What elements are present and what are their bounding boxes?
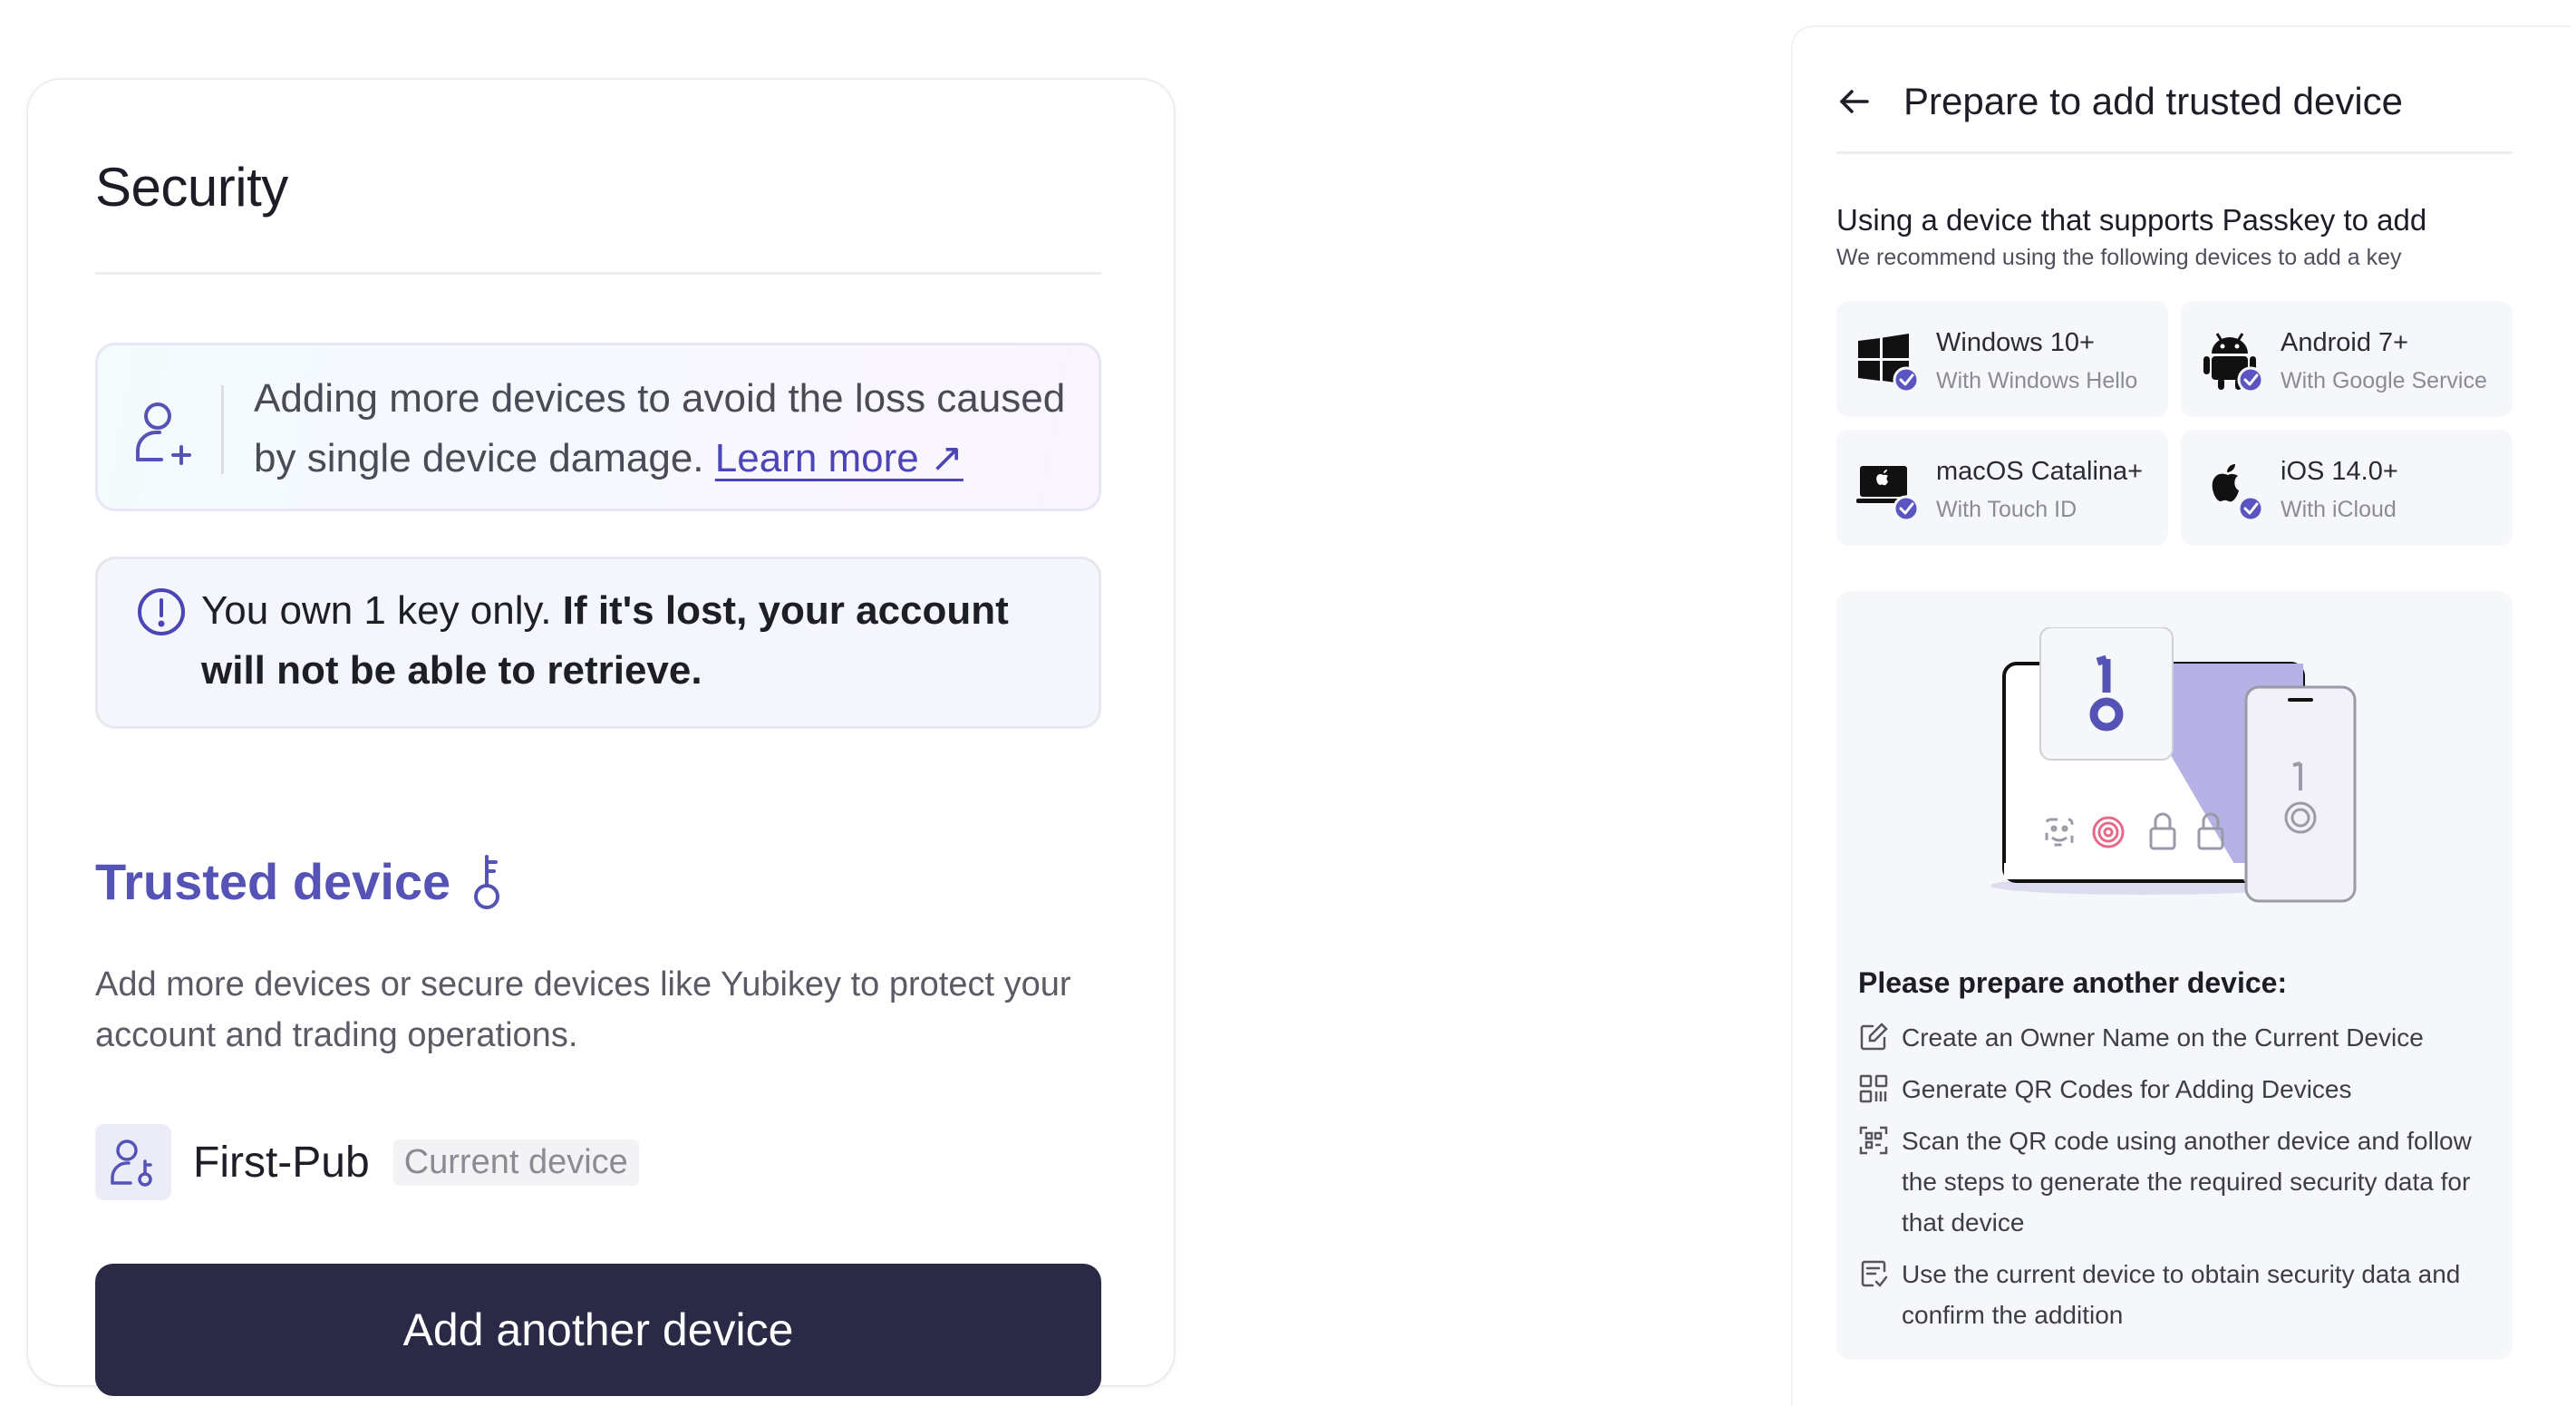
os-sub-windows: With Windows Hello <box>1936 368 2138 393</box>
os-name-macos: macOS Catalina+ <box>1936 457 2144 486</box>
warning-text: You own 1 key only. If it's lost, your a… <box>201 581 1071 701</box>
add-another-device-button[interactable]: Add another device <box>95 1264 1101 1396</box>
os-name-android: Android 7+ <box>2281 328 2409 357</box>
device-illustration <box>1990 627 2357 903</box>
os-card-android: Android 7+ With Google Service <box>2181 301 2513 417</box>
os-card-macos: macOS Catalina+ With Touch ID <box>1836 430 2168 546</box>
scan-icon <box>1859 1126 1888 1155</box>
current-device-badge: Current device <box>392 1139 639 1186</box>
panel-divider <box>1836 151 2513 154</box>
prepare-title: Please prepare another device: <box>1858 966 2288 999</box>
qr-icon <box>1859 1074 1888 1103</box>
device-avatar <box>95 1124 171 1200</box>
os-sub-ios: With iCloud <box>2281 497 2397 522</box>
panel-subdescription: We recommend using the following devices… <box>1836 245 2402 270</box>
step-text: Use the current device to obtain securit… <box>1902 1260 2461 1329</box>
os-name-ios: iOS 14.0+ <box>2281 457 2398 486</box>
device-item: First-Pub Current device <box>95 1124 639 1200</box>
list-item: Generate QR Codes for Adding Devices <box>1858 1069 2493 1110</box>
step-text: Scan the QR code using another device an… <box>1902 1127 2472 1236</box>
macbook-icon <box>1856 466 1920 520</box>
security-card: Security Adding more devices to avoid th… <box>28 80 1174 1396</box>
list-item: Create an Owner Name on the Current Devi… <box>1858 1017 2493 1058</box>
prepare-panel: Prepare to add trusted device Using a de… <box>1791 25 2571 1406</box>
windows-icon <box>1858 334 1920 392</box>
steps-list: Create an Owner Name on the Current Devi… <box>1858 1017 2493 1346</box>
info-banner-text: Adding more devices to avoid the loss ca… <box>254 369 1079 489</box>
os-card-windows: Windows 10+ With Windows Hello <box>1836 301 2168 417</box>
device-name: First-Pub <box>193 1138 370 1187</box>
step-text: Generate QR Codes for Adding Devices <box>1902 1075 2352 1103</box>
warning-box: You own 1 key only. If it's lost, your a… <box>95 557 1101 729</box>
list-item: Use the current device to obtain securit… <box>1858 1254 2493 1335</box>
os-sub-macos: With Touch ID <box>1936 497 2077 522</box>
apple-icon <box>2212 464 2264 520</box>
user-key-icon <box>111 1139 152 1187</box>
step-text: Create an Owner Name on the Current Devi… <box>1902 1023 2424 1052</box>
os-name-windows: Windows 10+ <box>1936 328 2095 357</box>
title-divider <box>95 272 1101 275</box>
panel-subtitle: Using a device that supports Passkey to … <box>1836 203 2427 237</box>
preparation-guide: Please prepare another device: Create an… <box>1836 591 2513 1360</box>
banner-separator <box>221 385 224 474</box>
info-banner: Adding more devices to avoid the loss ca… <box>95 343 1101 511</box>
back-arrow-icon[interactable] <box>1836 83 1873 120</box>
os-options-grid: Windows 10+ With Windows Hello Android 7… <box>1836 301 2513 546</box>
panel-header: Prepare to add trusted device <box>1836 73 2403 131</box>
os-sub-android: With Google Service <box>2281 368 2487 393</box>
trusted-device-title: Trusted device <box>95 853 451 910</box>
list-item: Scan the QR code using another device an… <box>1858 1120 2493 1243</box>
warning-regular-text: You own 1 key only. <box>201 588 552 633</box>
add-user-icon <box>136 402 191 465</box>
trusted-device-heading: Trusted device <box>95 852 507 911</box>
android-icon <box>2203 333 2264 392</box>
key-icon <box>474 854 500 909</box>
page-title: Security <box>95 157 288 218</box>
panel-title: Prepare to add trusted device <box>1903 80 2404 122</box>
edit-icon <box>1860 1023 1888 1051</box>
warning-icon <box>138 588 185 635</box>
learn-more-link[interactable]: Learn more ↗ <box>715 436 964 480</box>
document-check-icon <box>1861 1260 1888 1287</box>
os-card-ios: iOS 14.0+ With iCloud <box>2181 430 2513 546</box>
trusted-device-description: Add more devices or secure devices like … <box>95 965 1071 1054</box>
